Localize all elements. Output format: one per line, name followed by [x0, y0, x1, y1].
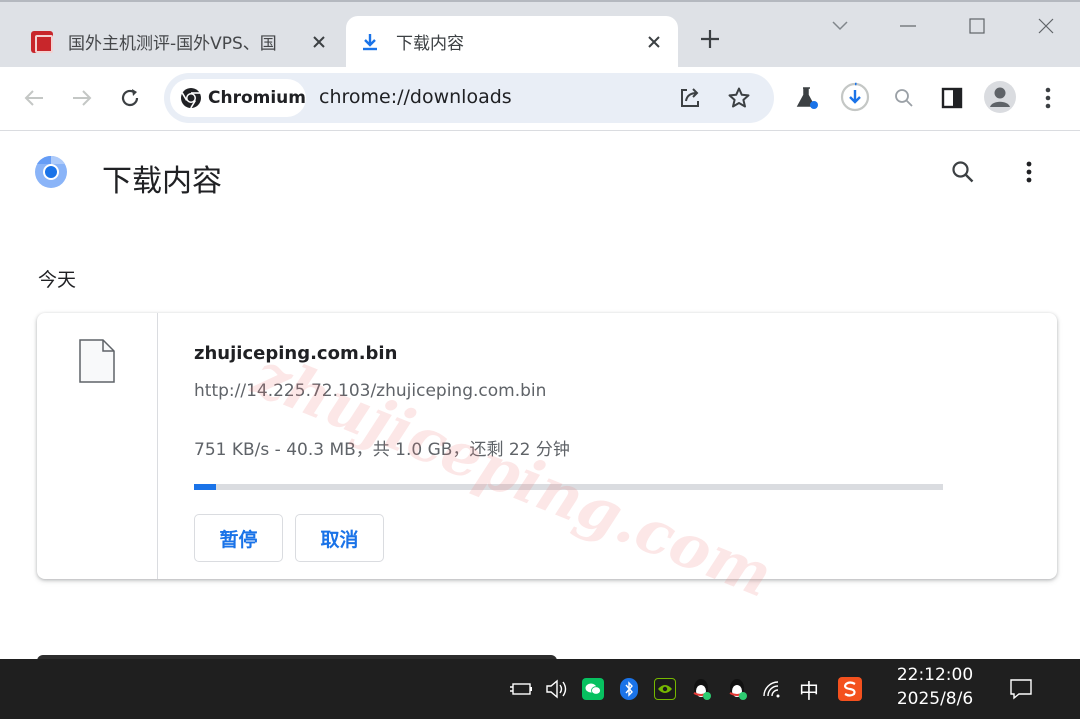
nvidia-icon[interactable] [650, 659, 680, 719]
download-source-url[interactable]: http://14.225.72.103/zhujiceping.com.bin [194, 381, 546, 401]
menu-kebab-icon[interactable] [1030, 80, 1066, 116]
forward-button[interactable] [64, 80, 100, 116]
tab-strip: 国外主机测评-国外VPS、国 下载内容 [0, 0, 1080, 67]
close-icon[interactable] [307, 30, 331, 54]
wifi-icon[interactable] [758, 659, 788, 719]
tab-title: 国外主机测评-国外VPS、国 [68, 34, 277, 54]
date-group-label: 今天 [38, 269, 77, 291]
profile-avatar-icon[interactable] [982, 79, 1018, 115]
tab-zhujiceping[interactable]: 国外主机测评-国外VPS、国 [18, 16, 343, 67]
download-progress-bar [194, 484, 943, 490]
wechat-icon[interactable] [578, 659, 608, 719]
system-clock[interactable]: 22:12:00 2025/8/6 [880, 663, 990, 711]
chromium-logo-icon [181, 88, 201, 109]
site-favicon-icon [30, 30, 54, 54]
download-progress-fill [194, 484, 217, 490]
share-icon[interactable] [672, 80, 708, 116]
cancel-button[interactable]: 取消 [295, 514, 384, 562]
clock-time: 22:12:00 [896, 665, 974, 685]
omnibox[interactable]: Chromium chrome://downloads [164, 73, 774, 123]
sogou-input-icon[interactable] [835, 659, 865, 719]
bookmark-star-icon[interactable] [721, 80, 757, 116]
qq-penguin-icon[interactable] [722, 659, 752, 719]
file-icon [79, 339, 115, 383]
download-progress-icon[interactable] [837, 79, 873, 115]
maximize-button[interactable] [947, 6, 1007, 46]
close-icon[interactable] [642, 30, 666, 54]
site-chip-label: Chromium [208, 88, 306, 108]
more-actions-kebab-icon[interactable] [1011, 154, 1047, 190]
clock-date: 2025/8/6 [896, 689, 974, 709]
bluetooth-icon[interactable] [614, 659, 644, 719]
page-title: 下载内容 [102, 164, 222, 199]
tab-title: 下载内容 [396, 34, 464, 54]
volume-icon[interactable] [542, 659, 572, 719]
chromium-logo-icon [35, 155, 67, 188]
labs-flask-icon[interactable] [789, 80, 825, 116]
site-chip[interactable]: Chromium [170, 79, 306, 117]
new-tab-button[interactable] [694, 28, 726, 56]
url-text[interactable]: chrome://downloads [319, 86, 512, 108]
pause-button[interactable]: 暂停 [194, 514, 283, 562]
downloads-header: 下载内容 [0, 131, 1080, 221]
taskbar: 中 22:12:00 2025/8/6 [0, 659, 1080, 719]
minimize-button[interactable] [878, 6, 938, 46]
qq-penguin-icon[interactable] [686, 659, 716, 719]
download-filename[interactable]: zhujiceping.com.bin [194, 343, 397, 364]
zoom-search-icon[interactable] [886, 80, 922, 116]
download-item-card: zhujiceping.com.bin http://14.225.72.103… [37, 313, 1057, 579]
tab-downloads[interactable]: 下载内容 [346, 16, 678, 67]
battery-plug-icon[interactable] [506, 659, 536, 719]
download-icon [358, 30, 382, 54]
window-top-border [0, 0, 1080, 2]
tab-search-chevron-down-icon[interactable] [810, 6, 870, 46]
file-icon-column [37, 313, 158, 579]
input-method-indicator[interactable]: 中 [794, 659, 824, 719]
browser-toolbar: Chromium chrome://downloads [0, 67, 1080, 131]
back-button[interactable] [16, 80, 52, 116]
notification-icon[interactable] [1005, 659, 1037, 719]
reload-button[interactable] [112, 80, 148, 116]
side-panel-icon[interactable] [934, 80, 970, 116]
search-downloads-button[interactable] [945, 154, 981, 190]
download-status: 751 KB/s - 40.3 MB，共 1.0 GB，还剩 22 分钟 [194, 440, 570, 460]
close-window-button[interactable] [1016, 6, 1076, 46]
